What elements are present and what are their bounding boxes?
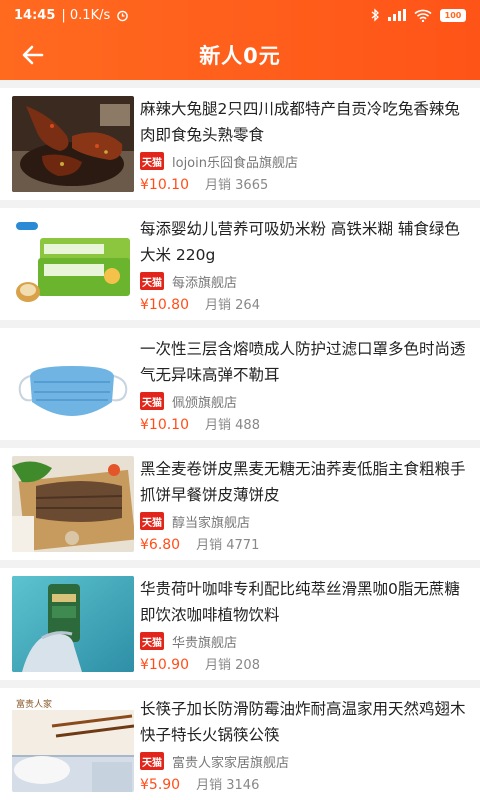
tmall-badge: 天猫 [140,152,164,170]
product-info: 长筷子加长防滑防霉油炸耐高温家用天然鸡翅木快子特长火锅筷公筷 天猫 富贵人家家居… [140,696,470,793]
tmall-badge: 天猫 [140,752,164,770]
monthly-sales: 月销 264 [205,294,260,313]
bluetooth-icon [371,8,379,22]
product-price: ¥10.10 [140,177,189,193]
price-row: ¥10.10 月销 3665 [140,174,470,193]
price-row: ¥6.80 月销 4771 [140,534,470,553]
shop-name[interactable]: 富贵人家家居旗舰店 [172,752,289,771]
status-time: 14:45 [14,7,56,23]
product-card[interactable]: 黑全麦卷饼皮黑麦无糖无油荞麦低脂主食粗粮手抓饼早餐饼皮薄饼皮 天猫 醇当家旗舰店… [0,448,480,560]
product-info: 每添婴幼儿营养可吸奶米粉 高铁米糊 辅食绿色大米 220g 天猫 每添旗舰店 ¥… [140,216,470,313]
product-price: ¥10.80 [140,297,189,313]
price-row: ¥10.10 月销 488 [140,414,470,433]
shop-row: 天猫 每添旗舰店 [140,271,470,291]
shop-name[interactable]: 每添旗舰店 [172,272,237,291]
product-name[interactable]: 麻辣大兔腿2只四川成都特产自贡冷吃兔香辣兔肉即食兔头熟零食 [140,96,470,148]
battery-level: 100 [444,10,462,20]
product-name[interactable]: 黑全麦卷饼皮黑麦无糖无油荞麦低脂主食粗粮手抓饼早餐饼皮薄饼皮 [140,456,470,508]
status-bar: 14:45 | 0.1K/s 100 [0,0,480,30]
sales-count: 3146 [226,778,260,793]
sales-prefix: 月销 [196,538,223,553]
product-name[interactable]: 一次性三层含熔喷成人防护过滤口罩多色时尚透气无异味高弹不勒耳 [140,336,470,388]
app-header: 14:45 | 0.1K/s 100 新人0元 [0,0,480,80]
sales-prefix: 月销 [205,658,232,673]
product-price: ¥10.10 [140,417,189,433]
wifi-icon [414,9,432,22]
network-speed: | 0.1K/s [61,7,111,23]
sales-prefix: 月销 [205,418,232,433]
sales-prefix: 月销 [205,298,232,313]
product-card[interactable]: 富贵人家 长筷子加长防滑防霉油炸耐高温家用天然鸡翅木快子特长火锅筷公筷 天猫 富… [0,688,480,800]
shop-row: 天猫 富贵人家家居旗舰店 [140,751,470,771]
sales-count: 4771 [226,538,260,553]
page-title: 新人0元 [199,44,281,68]
product-image-rice-cereal[interactable] [12,216,134,312]
price-row: ¥10.80 月销 264 [140,294,470,313]
shop-row: 天猫 华贵旗舰店 [140,631,470,651]
tmall-badge: 天猫 [140,392,164,410]
product-card[interactable]: 华贵荷叶咖啡专利配比纯萃丝滑黑咖0脂无蔗糖即饮浓咖啡植物饮料 天猫 华贵旗舰店 … [0,568,480,680]
product-price: ¥6.80 [140,537,181,553]
product-image-chopsticks[interactable]: 富贵人家 [12,696,134,792]
monthly-sales: 月销 3146 [196,774,259,793]
shop-row: 天猫 佩颁旗舰店 [140,391,470,411]
monthly-sales: 月销 488 [205,414,260,433]
sales-count: 208 [235,658,260,673]
price-row: ¥10.90 月销 208 [140,654,470,673]
sales-prefix: 月销 [205,178,232,193]
product-image-face-mask[interactable] [12,336,134,432]
chopsticks-brand-text: 富贵人家 [16,698,52,710]
monthly-sales: 月销 208 [205,654,260,673]
shop-name[interactable]: 醇当家旗舰店 [172,512,250,531]
tmall-badge: 天猫 [140,632,164,650]
product-image-coffee[interactable] [12,576,134,672]
back-button[interactable] [18,40,48,70]
product-price: ¥10.90 [140,657,189,673]
sales-count: 264 [235,298,260,313]
shop-name[interactable]: lojoin乐囧食品旗舰店 [172,152,298,171]
signal-icon [388,9,406,21]
battery-icon: 100 [440,8,466,22]
shop-row: 天猫 lojoin乐囧食品旗舰店 [140,151,470,171]
title-bar: 新人0元 [0,30,480,80]
product-info: 麻辣大兔腿2只四川成都特产自贡冷吃兔香辣兔肉即食兔头熟零食 天猫 lojoin乐… [140,96,470,193]
monthly-sales: 月销 4771 [196,534,259,553]
product-info: 一次性三层含熔喷成人防护过滤口罩多色时尚透气无异味高弹不勒耳 天猫 佩颁旗舰店 … [140,336,470,433]
back-arrow-icon [22,45,44,65]
product-name[interactable]: 长筷子加长防滑防霉油炸耐高温家用天然鸡翅木快子特长火锅筷公筷 [140,696,470,748]
shop-name[interactable]: 佩颁旗舰店 [172,392,237,411]
sales-count: 3665 [235,178,269,193]
shop-row: 天猫 醇当家旗舰店 [140,511,470,531]
product-image-wraps[interactable] [12,456,134,552]
product-name[interactable]: 华贵荷叶咖啡专利配比纯萃丝滑黑咖0脂无蔗糖即饮浓咖啡植物饮料 [140,576,470,628]
alarm-icon [117,10,129,21]
product-info: 黑全麦卷饼皮黑麦无糖无油荞麦低脂主食粗粮手抓饼早餐饼皮薄饼皮 天猫 醇当家旗舰店… [140,456,470,553]
tmall-badge: 天猫 [140,272,164,290]
product-card[interactable]: 一次性三层含熔喷成人防护过滤口罩多色时尚透气无异味高弹不勒耳 天猫 佩颁旗舰店 … [0,328,480,440]
product-info: 华贵荷叶咖啡专利配比纯萃丝滑黑咖0脂无蔗糖即饮浓咖啡植物饮料 天猫 华贵旗舰店 … [140,576,470,673]
product-price: ¥5.90 [140,777,181,793]
product-card[interactable]: 每添婴幼儿营养可吸奶米粉 高铁米糊 辅食绿色大米 220g 天猫 每添旗舰店 ¥… [0,208,480,320]
monthly-sales: 月销 3665 [205,174,268,193]
price-row: ¥5.90 月销 3146 [140,774,470,793]
product-card[interactable]: 麻辣大兔腿2只四川成都特产自贡冷吃兔香辣兔肉即食兔头熟零食 天猫 lojoin乐… [0,88,480,200]
tmall-badge: 天猫 [140,512,164,530]
product-name[interactable]: 每添婴幼儿营养可吸奶米粉 高铁米糊 辅食绿色大米 220g [140,216,470,268]
shop-name[interactable]: 华贵旗舰店 [172,632,237,651]
product-image-rabbit-legs[interactable] [12,96,134,192]
sales-prefix: 月销 [196,778,223,793]
sales-count: 488 [235,418,260,433]
